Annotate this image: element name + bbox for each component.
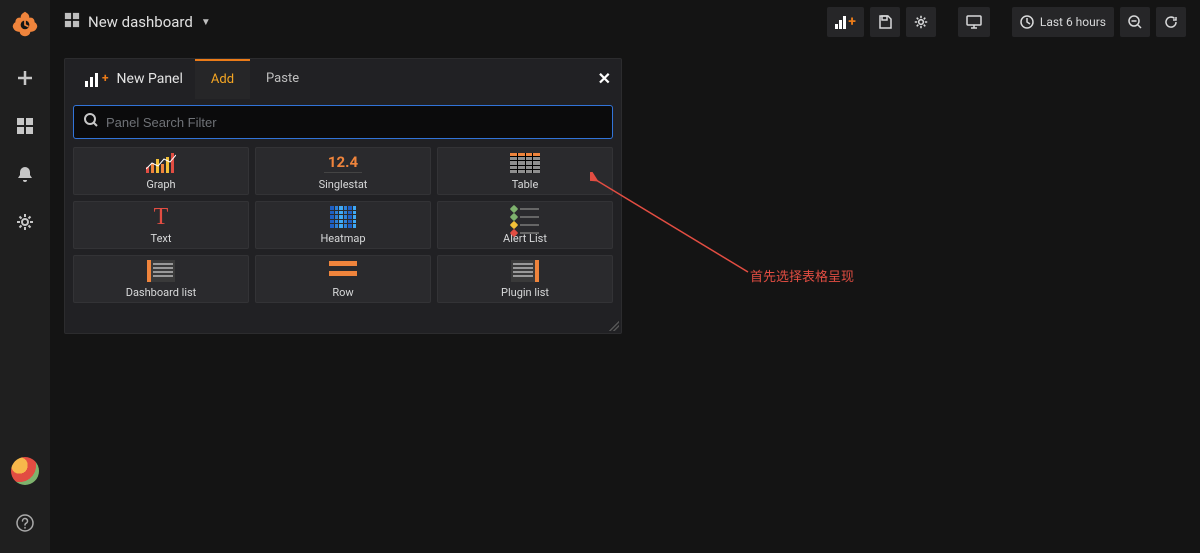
panel-type-graph[interactable]: Graph bbox=[73, 147, 249, 195]
alertlist-icon bbox=[511, 205, 539, 229]
table-icon bbox=[510, 151, 540, 175]
close-panel-editor-button[interactable]: ✕ bbox=[598, 69, 611, 88]
nav-create-icon[interactable] bbox=[5, 58, 45, 98]
refresh-button[interactable] bbox=[1156, 7, 1186, 37]
panel-type-dashboardlist[interactable]: Dashboard list bbox=[73, 255, 249, 303]
dashboard-settings-button[interactable] bbox=[906, 7, 936, 37]
new-panel-title: + New Panel bbox=[73, 71, 195, 87]
panel-type-pluginlist[interactable]: Plugin list bbox=[437, 255, 613, 303]
text-icon: T bbox=[154, 205, 169, 229]
resize-handle[interactable] bbox=[609, 321, 619, 331]
panel-type-singlestat[interactable]: 12.4 Singlestat bbox=[255, 147, 431, 195]
panel-type-grid: Graph 12.4 Singlestat bbox=[65, 147, 621, 333]
panel-type-table[interactable]: Table bbox=[437, 147, 613, 195]
panel-search-wrap[interactable] bbox=[73, 105, 613, 139]
heatmap-icon bbox=[330, 205, 356, 229]
user-avatar[interactable] bbox=[11, 457, 39, 485]
grafana-logo-icon[interactable] bbox=[9, 8, 41, 40]
main-content: + New Panel Add Paste ✕ bbox=[50, 44, 1200, 553]
pluginlist-icon bbox=[511, 259, 539, 283]
save-dashboard-button[interactable] bbox=[870, 7, 900, 37]
top-bar: New dashboard ▼ + Last 6 hours bbox=[50, 0, 1200, 44]
nav-dashboards-icon[interactable] bbox=[5, 106, 45, 146]
monitor-icon bbox=[966, 15, 982, 29]
nav-config-icon[interactable] bbox=[5, 202, 45, 242]
zoom-out-icon bbox=[1128, 15, 1142, 29]
panel-type-text[interactable]: T Text bbox=[73, 201, 249, 249]
panel-editor-tabs: + New Panel Add Paste ✕ bbox=[65, 59, 621, 99]
panel-tab-add[interactable]: Add bbox=[195, 59, 250, 99]
new-panel-editor: + New Panel Add Paste ✕ bbox=[64, 58, 622, 334]
add-panel-icon: + bbox=[85, 71, 109, 87]
refresh-icon bbox=[1164, 15, 1178, 29]
dashboard-title-dropdown[interactable]: New dashboard ▼ bbox=[64, 12, 211, 32]
search-icon bbox=[84, 113, 98, 131]
row-icon bbox=[329, 259, 357, 283]
dashboards-icon bbox=[64, 12, 80, 32]
panel-type-row[interactable]: Row bbox=[255, 255, 431, 303]
annotation-overlay: 首先选择表格呈现 bbox=[590, 172, 910, 282]
annotation-text: 首先选择表格呈现 bbox=[750, 266, 854, 285]
add-panel-button[interactable]: + bbox=[827, 7, 864, 37]
time-range-label: Last 6 hours bbox=[1040, 15, 1106, 29]
cycle-view-mode-button[interactable] bbox=[958, 7, 990, 37]
time-picker-button[interactable]: Last 6 hours bbox=[1012, 7, 1114, 37]
panel-type-alertlist[interactable]: Alert List bbox=[437, 201, 613, 249]
chevron-down-icon: ▼ bbox=[201, 17, 211, 28]
clock-icon bbox=[1020, 15, 1034, 29]
zoom-out-button[interactable] bbox=[1120, 7, 1150, 37]
panel-search-input[interactable] bbox=[106, 115, 602, 130]
panel-tab-paste[interactable]: Paste bbox=[250, 59, 315, 99]
save-icon bbox=[878, 15, 892, 29]
dashboard-title: New dashboard bbox=[88, 13, 193, 31]
side-menu bbox=[0, 0, 50, 553]
dashboardlist-icon bbox=[147, 259, 175, 283]
nav-help-icon[interactable] bbox=[5, 503, 45, 543]
singlestat-icon: 12.4 bbox=[324, 151, 362, 175]
graph-icon bbox=[146, 151, 176, 175]
panel-type-heatmap[interactable]: Heatmap bbox=[255, 201, 431, 249]
nav-alerting-icon[interactable] bbox=[5, 154, 45, 194]
gear-icon bbox=[914, 15, 928, 29]
